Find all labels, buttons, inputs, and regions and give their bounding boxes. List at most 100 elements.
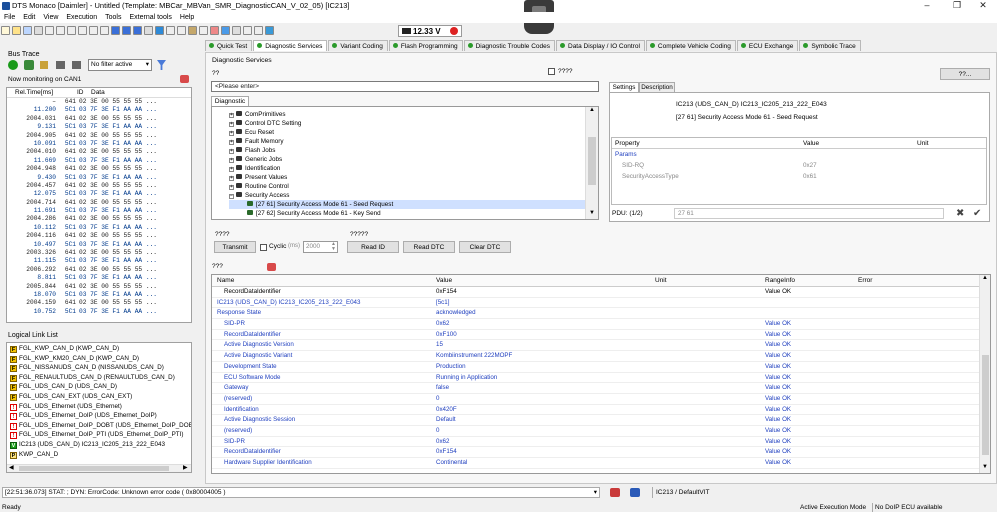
layout1-icon[interactable]: [111, 26, 120, 35]
tree-scrollbar[interactable]: ▲ ▼: [585, 107, 598, 219]
col-error[interactable]: Error: [858, 275, 872, 287]
minimize-button[interactable]: –: [913, 0, 941, 12]
transmit-button[interactable]: Transmit: [214, 241, 256, 253]
expand-icon[interactable]: +: [229, 131, 234, 136]
export-icon[interactable]: [243, 26, 252, 35]
result-row[interactable]: ECU Software Mode Running in Application V…: [212, 373, 990, 384]
clear-icon[interactable]: [72, 61, 81, 69]
link-icon[interactable]: [630, 488, 640, 497]
tree-node[interactable]: + Control DTC Setting: [229, 119, 598, 128]
bus-icon[interactable]: [221, 26, 230, 35]
logical-link-item[interactable]: ! FGL_UDS_Ethernet_DoIP_DOBT (UDS_Etherne…: [7, 421, 191, 431]
collapse-icon[interactable]: −: [229, 194, 234, 199]
tree-node[interactable]: + Ecu Reset: [229, 128, 598, 137]
expand-icon[interactable]: +: [229, 158, 234, 163]
expand-icon[interactable]: +: [229, 185, 234, 190]
layout2-icon[interactable]: [122, 26, 131, 35]
trace-row[interactable]: 10.112 5C1 03 7F 3E F1 AA AA ...: [9, 224, 191, 232]
result-row[interactable]: (reserved) 0 Value OK: [212, 394, 990, 405]
result-row[interactable]: RecordDataIdentifier 0xF154 Value OK: [212, 447, 990, 458]
scroll-down-icon[interactable]: ▼: [982, 464, 988, 470]
logical-link-item[interactable]: F FGL_RENAULTUDS_CAN_D (RENAULTUDS_CAN_D): [7, 373, 191, 383]
result-row[interactable]: Hardware Supplier Identification Continen…: [212, 458, 990, 469]
trace-row[interactable]: 18.070 5C1 03 7F 3E F1 AA AA ...: [9, 291, 191, 299]
results-scrollbar[interactable]: ▲ ▼: [979, 275, 990, 473]
read-dtc-button[interactable]: Read DTC: [403, 241, 455, 253]
result-row[interactable]: SID-PR 0x62 Value OK: [212, 437, 990, 448]
tab-description[interactable]: Description: [639, 82, 675, 92]
scroll-down-icon[interactable]: ▼: [589, 210, 595, 216]
tree-node[interactable]: + Present Values: [229, 173, 598, 182]
tree-node[interactable]: + Identification: [229, 164, 598, 173]
logical-link-item[interactable]: F FGL_UDS_CAN_EXT (UDS_CAN_EXT): [7, 392, 191, 402]
tree-node[interactable]: + Generic Jobs: [229, 155, 598, 164]
col-name[interactable]: Name: [217, 275, 234, 287]
pin-icon[interactable]: [267, 263, 276, 271]
filter-icon[interactable]: [157, 60, 166, 70]
trace-icon[interactable]: [232, 26, 241, 35]
stop-circle-icon[interactable]: [450, 27, 458, 35]
print-icon[interactable]: [199, 26, 208, 35]
col-value[interactable]: Value: [436, 275, 452, 287]
expand-icon[interactable]: +: [229, 113, 234, 118]
scroll-up-icon[interactable]: ▲: [589, 107, 595, 113]
result-row[interactable]: IC213 (UDS_CAN_D) IC213_IC205_213_222_E0…: [212, 298, 990, 309]
expand-icon[interactable]: +: [229, 149, 234, 154]
tree-node[interactable]: + ComPrimitives: [229, 110, 598, 119]
clear-dtc-button[interactable]: Clear DTC: [459, 241, 511, 253]
menu-external-tools[interactable]: External tools: [125, 12, 175, 23]
col-reltime[interactable]: Rel.Time[ms]: [15, 88, 53, 98]
trace-row[interactable]: 2004.714 641 02 3E 00 55 55 55 ...: [9, 199, 191, 207]
results-grid[interactable]: Name Value Unit RangeInfo Error RecordDa…: [211, 274, 991, 474]
result-row[interactable]: SID-PR 0x62 Value OK: [212, 319, 990, 330]
maximize-button[interactable]: ❐: [943, 0, 971, 12]
logical-link-item[interactable]: ! FGL_UDS_Ethernet (UDS_Ethernet): [7, 402, 191, 412]
bus-trace-list[interactable]: Rel.Time[ms] ID Data –641 02 3E 00 55 55 …: [6, 87, 192, 323]
help-icon[interactable]: [265, 26, 274, 35]
scroll-up-icon[interactable]: ▲: [982, 275, 988, 281]
pause-icon[interactable]: [56, 61, 65, 69]
step-icon[interactable]: [40, 61, 48, 69]
tree-service-item[interactable]: [27 61] Security Access Mode 61 - Seed R…: [229, 200, 598, 209]
disconnect-icon[interactable]: [610, 488, 620, 497]
trace-row[interactable]: 2004.010 641 02 3E 00 55 55 55 ...: [9, 148, 191, 156]
col-data[interactable]: Data: [91, 88, 105, 98]
trace-row[interactable]: 9.131 5C1 03 7F 3E F1 AA AA ...: [9, 123, 191, 131]
cut-icon[interactable]: [67, 26, 76, 35]
logical-link-item[interactable]: F FGL_UDS_CAN_D (UDS_CAN_D): [7, 382, 191, 392]
menu-view[interactable]: View: [39, 12, 62, 23]
ll-scrollbar[interactable]: ◀ ▶: [7, 464, 191, 472]
cyclic-checkbox[interactable]: [260, 244, 267, 251]
cancel-icon[interactable]: ✖: [956, 208, 964, 219]
service-tree[interactable]: + ComPrimitives + Control DTC Setting + Ecu R…: [211, 106, 599, 220]
trace-row[interactable]: 2006.292 641 02 3E 00 55 55 55 ...: [9, 266, 191, 274]
tab-diagnostic[interactable]: Diagnostic: [211, 96, 249, 106]
trace-row[interactable]: 2004.457 641 02 3E 00 55 55 55 ...: [9, 182, 191, 190]
import-icon[interactable]: [254, 26, 263, 35]
tree-node[interactable]: − Security Access: [229, 191, 598, 200]
param-value[interactable]: 0x61: [803, 171, 817, 182]
tree-node[interactable]: + Flash Jobs: [229, 146, 598, 155]
menu-file[interactable]: File: [0, 12, 19, 23]
module-tab[interactable]: Quick Test: [205, 40, 253, 51]
trace-row[interactable]: 2004.031 641 02 3E 00 55 55 55 ...: [9, 115, 191, 123]
trace-row[interactable]: 2004.286 641 02 3E 00 55 55 55 ...: [9, 215, 191, 223]
copy-icon[interactable]: [78, 26, 87, 35]
module-tab[interactable]: Complete Vehicle Coding: [645, 40, 736, 51]
trace-row[interactable]: 2004.116 641 02 3E 00 55 55 55 ...: [9, 232, 191, 240]
tree-node[interactable]: + Fault Memory: [229, 137, 598, 146]
menu-edit[interactable]: Edit: [19, 12, 39, 23]
col-unit[interactable]: Unit: [655, 275, 667, 287]
logical-link-item[interactable]: ! FGL_UDS_Ethernet_DoIP (UDS_Ethernet_DoI…: [7, 411, 191, 421]
result-row[interactable]: Development State Production Value OK: [212, 362, 990, 373]
module-tab[interactable]: Symbolic Trace: [799, 40, 861, 51]
trace-row[interactable]: 10.752 5C1 03 7F 3E F1 AA AA ...: [9, 308, 191, 316]
trace-row[interactable]: 2004.905 641 02 3E 00 55 55 55 ...: [9, 132, 191, 140]
stop-icon[interactable]: [155, 26, 164, 35]
pdu-field[interactable]: 27 61: [674, 208, 944, 219]
logical-link-item[interactable]: F FGL_KWP_KM20_CAN_D (KWP_CAN_D): [7, 354, 191, 364]
module-tab[interactable]: Data Display / IO Control: [556, 40, 645, 51]
logical-link-item[interactable]: P KWP_CAN_D: [7, 450, 191, 460]
trace-row[interactable]: 11.691 5C1 03 7F 3E F1 AA AA ...: [9, 207, 191, 215]
read-id-button[interactable]: Read ID: [347, 241, 399, 253]
